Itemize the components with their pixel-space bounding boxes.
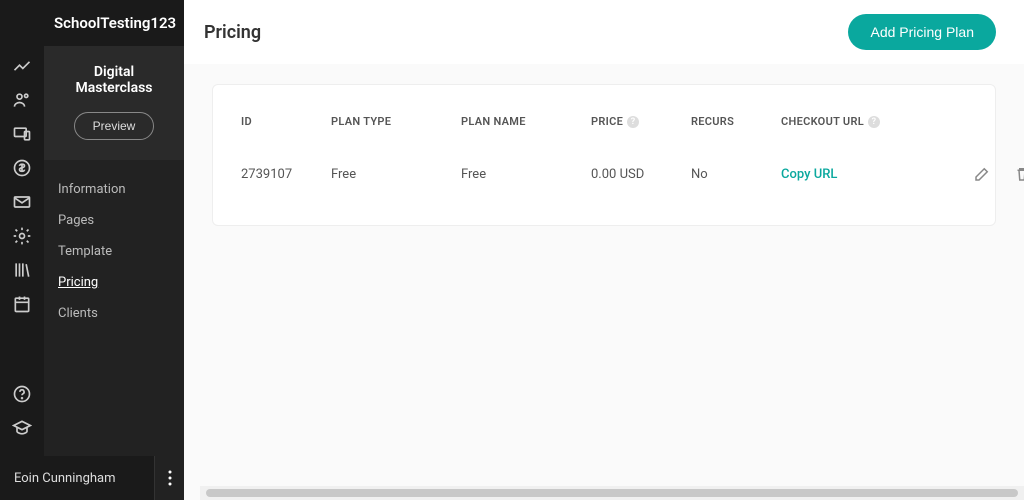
edit-icon[interactable]: [973, 165, 991, 183]
cell-plan-name: Free: [461, 167, 591, 182]
cell-recurs: No: [691, 167, 781, 182]
horizontal-scrollbar[interactable]: [200, 486, 1024, 500]
main-content: Pricing Add Pricing Plan ID PLAN TYPE PL…: [184, 0, 1024, 500]
people-icon[interactable]: [0, 84, 44, 116]
sidebar-item-clients[interactable]: Clients: [58, 298, 170, 329]
info-icon[interactable]: ?: [627, 116, 639, 128]
copy-url-link[interactable]: Copy URL: [781, 167, 941, 182]
th-checkout-url: CHECKOUT URL ?: [781, 115, 941, 128]
sidebar-nav: Information Pages Template Pricing Clien…: [44, 160, 184, 343]
brand-area: SchoolTesting123: [0, 0, 184, 46]
course-block: Digital Masterclass Preview: [44, 46, 184, 160]
sidebar: SchoolTesting123 Digital Masterclass Pre…: [44, 0, 184, 500]
cell-id: 2739107: [241, 167, 331, 182]
devices-icon[interactable]: [0, 118, 44, 150]
th-price: PRICE ?: [591, 115, 691, 128]
analytics-icon[interactable]: [0, 50, 44, 82]
mail-icon[interactable]: [0, 186, 44, 218]
sidebar-item-template[interactable]: Template: [58, 236, 170, 267]
info-icon[interactable]: ?: [868, 116, 880, 128]
add-pricing-plan-button[interactable]: Add Pricing Plan: [848, 14, 996, 50]
dollar-icon[interactable]: [0, 152, 44, 184]
table-row: 2739107 Free Free 0.00 USD No Copy URL: [241, 147, 967, 195]
pricing-table-card: ID PLAN TYPE PLAN NAME PRICE ? RECURS CH…: [212, 84, 996, 226]
main-header: Pricing Add Pricing Plan: [184, 0, 1024, 64]
sidebar-item-pricing[interactable]: Pricing: [58, 267, 170, 298]
th-id: ID: [241, 115, 331, 128]
library-icon[interactable]: [0, 254, 44, 286]
help-icon[interactable]: [0, 378, 44, 410]
th-actions: [941, 115, 1024, 128]
th-plan-name: PLAN NAME: [461, 115, 591, 128]
icon-rail: [0, 0, 44, 500]
row-actions: [941, 165, 1024, 183]
delete-icon[interactable]: [1013, 165, 1024, 183]
scrollbar-thumb[interactable]: [206, 489, 1018, 497]
content-area: ID PLAN TYPE PLAN NAME PRICE ? RECURS CH…: [184, 64, 1024, 500]
page-title: Pricing: [204, 22, 261, 43]
sidebar-item-information[interactable]: Information: [58, 174, 170, 205]
cell-price: 0.00 USD: [591, 167, 691, 182]
sidebar-item-pages[interactable]: Pages: [58, 205, 170, 236]
table-header: ID PLAN TYPE PLAN NAME PRICE ? RECURS CH…: [241, 105, 967, 147]
calendar-icon[interactable]: [0, 288, 44, 320]
th-recurs: RECURS: [691, 115, 781, 128]
cell-plan-type: Free: [331, 167, 461, 182]
more-vertical-icon: [168, 470, 172, 486]
footer-user-name: Eoin Cunningham: [14, 471, 116, 486]
gear-icon[interactable]: [0, 220, 44, 252]
brand-title: SchoolTesting123: [54, 14, 172, 32]
graduation-icon[interactable]: [0, 412, 44, 444]
course-title: Digital Masterclass: [54, 64, 174, 96]
preview-button[interactable]: Preview: [74, 112, 155, 140]
footer-more-button[interactable]: [154, 456, 184, 500]
th-plan-type: PLAN TYPE: [331, 115, 461, 128]
